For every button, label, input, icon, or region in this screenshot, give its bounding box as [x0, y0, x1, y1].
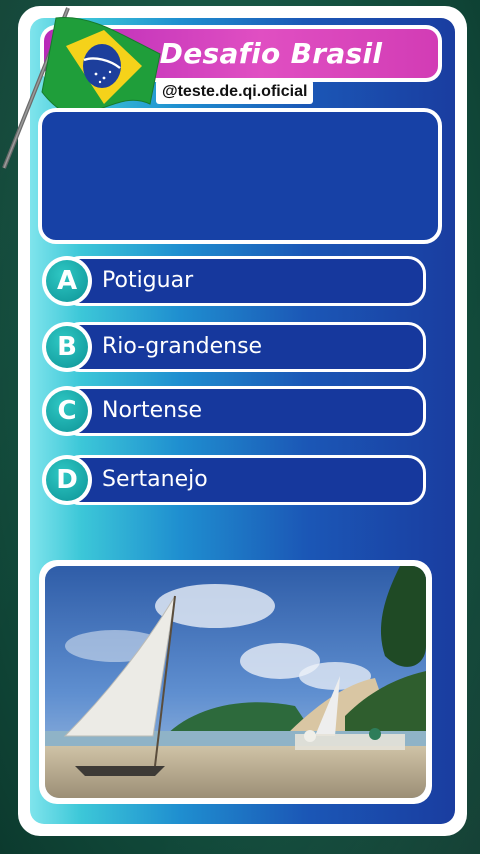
option-label: Potiguar	[102, 268, 194, 293]
option-letter: C	[46, 390, 88, 432]
beach-sailboat-photo	[45, 566, 426, 798]
option-label: Sertanejo	[102, 467, 208, 492]
option-c-button[interactable]: C Nortense	[42, 386, 426, 436]
account-handle: @teste.de.qi.oficial	[156, 80, 314, 104]
option-letter: D	[46, 459, 88, 501]
option-d-button[interactable]: D Sertanejo	[42, 455, 426, 505]
option-label: Rio-grandense	[102, 334, 263, 359]
option-letter-badge: D	[42, 455, 92, 505]
option-letter: B	[46, 326, 88, 368]
option-letter-badge: B	[42, 322, 92, 372]
option-letter-badge: C	[42, 386, 92, 436]
option-letter: A	[46, 260, 88, 302]
question-box	[38, 108, 442, 244]
option-a-button[interactable]: A Potiguar	[42, 256, 426, 306]
option-letter-badge: A	[42, 256, 92, 306]
option-label: Nortense	[102, 398, 203, 423]
option-b-button[interactable]: B Rio-grandense	[42, 322, 426, 372]
photo-frame	[39, 560, 432, 804]
